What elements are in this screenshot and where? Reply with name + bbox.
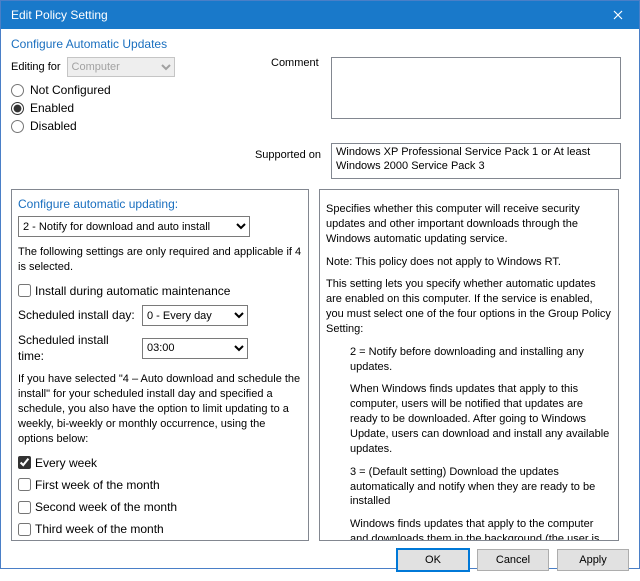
radio-disabled[interactable]: Disabled (11, 119, 331, 133)
sched-day-label: Scheduled install day: (18, 307, 136, 323)
radio-enabled-label: Enabled (30, 101, 74, 115)
sched-time-select[interactable]: 03:00 (142, 338, 248, 359)
cb-first-week[interactable]: First week of the month (18, 477, 302, 493)
supported-on-label: Supported on (11, 143, 331, 161)
radio-enabled-input[interactable] (11, 102, 24, 115)
updating-heading: Configure automatic updating: (18, 196, 302, 212)
editing-for-select: Computer (67, 57, 175, 77)
updating-select[interactable]: 2 - Notify for download and auto install (18, 216, 250, 237)
sched-day-select[interactable]: 0 - Every day (142, 305, 248, 326)
dialog-buttons: OK Cancel Apply (1, 541, 639, 581)
title-bar: Edit Policy Setting (1, 1, 639, 29)
radio-disabled-input[interactable] (11, 120, 24, 133)
sched-time-label: Scheduled install time: (18, 332, 136, 364)
help-p3: This setting lets you specify whether au… (326, 277, 612, 336)
cb-install-maintenance-input[interactable] (18, 284, 31, 297)
cb-second-week-label: Second week of the month (35, 499, 177, 515)
radio-disabled-label: Disabled (30, 119, 77, 133)
cb-install-maintenance[interactable]: Install during automatic maintenance (18, 283, 302, 299)
editing-for-label: Editing for (11, 61, 61, 73)
options-note-2: If you have selected "4 – Auto download … (18, 372, 302, 446)
apply-button[interactable]: Apply (557, 549, 629, 571)
cb-third-week-input[interactable] (18, 523, 31, 536)
close-icon (613, 10, 623, 20)
window-title: Edit Policy Setting (11, 8, 108, 22)
comment-textarea[interactable] (331, 57, 621, 119)
ok-button[interactable]: OK (397, 549, 469, 571)
help-p2: Note: This policy does not apply to Wind… (326, 255, 612, 270)
policy-name: Configure Automatic Updates (11, 37, 629, 51)
cb-third-week-label: Third week of the month (35, 521, 164, 537)
close-button[interactable] (597, 1, 639, 29)
cb-third-week[interactable]: Third week of the month (18, 521, 302, 537)
radio-not-configured-label: Not Configured (30, 83, 111, 97)
help-p4: 2 = Notify before downloading and instal… (350, 345, 612, 375)
cb-second-week[interactable]: Second week of the month (18, 499, 302, 515)
supported-on-text: Windows XP Professional Service Pack 1 o… (331, 143, 621, 179)
cb-install-maintenance-label: Install during automatic maintenance (35, 283, 230, 299)
radio-not-configured-input[interactable] (11, 84, 24, 97)
help-panel[interactable]: Specifies whether this computer will rec… (319, 189, 619, 541)
radio-enabled[interactable]: Enabled (11, 101, 331, 115)
radio-not-configured[interactable]: Not Configured (11, 83, 331, 97)
options-panel[interactable]: Configure automatic updating: 2 - Notify… (11, 189, 309, 541)
cb-every-week-input[interactable] (18, 456, 31, 469)
cb-first-week-input[interactable] (18, 478, 31, 491)
cb-first-week-label: First week of the month (35, 477, 160, 493)
options-note-1: The following settings are only required… (18, 245, 302, 275)
help-p6: 3 = (Default setting) Download the updat… (350, 465, 612, 510)
help-p7: Windows finds updates that apply to the … (350, 517, 612, 541)
cb-second-week-input[interactable] (18, 501, 31, 514)
help-p5: When Windows finds updates that apply to… (350, 382, 612, 456)
help-p1: Specifies whether this computer will rec… (326, 202, 612, 247)
cb-every-week-label: Every week (35, 455, 97, 471)
cancel-button[interactable]: Cancel (477, 549, 549, 571)
cb-every-week[interactable]: Every week (18, 455, 302, 471)
